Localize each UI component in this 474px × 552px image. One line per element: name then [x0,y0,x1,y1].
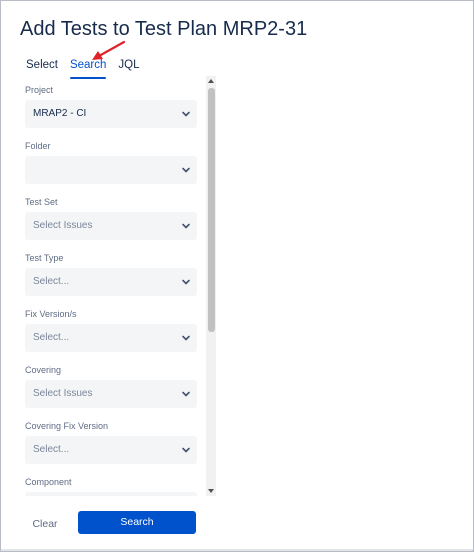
filter-label: Test Set [25,197,58,207]
covering-fix-version-select[interactable]: Select... [25,436,197,464]
chevron-down-icon [182,167,190,173]
component-select[interactable] [25,492,197,496]
search-button[interactable]: Search [78,511,196,534]
filter-covering: Covering Select Issues [25,365,199,408]
select-value: Select... [33,276,70,287]
filter-label: Covering [25,365,62,375]
select-value: Select... [33,332,70,343]
clear-button[interactable]: Clear [20,511,70,537]
tab-search[interactable]: Search [69,57,107,79]
chevron-down-icon [182,111,190,117]
filter-label: Test Type [25,253,64,263]
filter-covering-fix-version: Covering Fix Version Select... [25,421,199,464]
select-value: Select Issues [33,220,93,231]
filter-folder: Folder [25,141,199,184]
filter-label: Component [25,477,72,487]
fix-version-select[interactable]: Select... [25,324,197,352]
dialog-title: Add Tests to Test Plan MRP2-31 [20,18,308,40]
search-filters-panel: Project MRAP2 - CI Folder Test Set Selec… [20,76,216,496]
tab-jql[interactable]: JQL [118,57,139,77]
filter-test-type: Test Type Select... [25,253,199,296]
filter-label: Fix Version/s [25,309,77,319]
filter-component: Component [25,477,199,496]
folder-select[interactable] [25,156,197,184]
scroll-up-icon[interactable] [208,78,214,84]
scrollbar-thumb[interactable] [208,88,215,332]
covering-select[interactable]: Select Issues [25,380,197,408]
filter-test-set: Test Set Select Issues [25,197,199,240]
filter-label: Folder [25,141,51,151]
select-value: MRAP2 - CI [33,108,87,119]
test-set-select[interactable]: Select Issues [25,212,197,240]
filter-label: Covering Fix Version [25,421,109,431]
filter-fix-version: Fix Version/s Select... [25,309,199,352]
chevron-down-icon [182,447,190,453]
select-value: Select... [33,444,70,455]
test-type-select[interactable]: Select... [25,268,197,296]
filter-label: Project [25,85,54,95]
project-select[interactable]: MRAP2 - CI [25,100,197,128]
filters-scrollbar[interactable] [206,76,216,496]
add-tests-dialog: Add Tests to Test Plan MRP2-31 Select Se… [0,0,474,552]
select-value: Select Issues [33,388,93,399]
dialog-footer: Clear Search [20,511,216,537]
scroll-down-icon[interactable] [208,488,214,494]
bottom-divider [1,549,473,551]
tab-select[interactable]: Select [26,57,58,77]
chevron-down-icon [182,391,190,397]
chevron-down-icon [182,279,190,285]
chevron-down-icon [182,223,190,229]
chevron-down-icon [182,335,190,341]
filter-project: Project MRAP2 - CI [25,85,199,128]
